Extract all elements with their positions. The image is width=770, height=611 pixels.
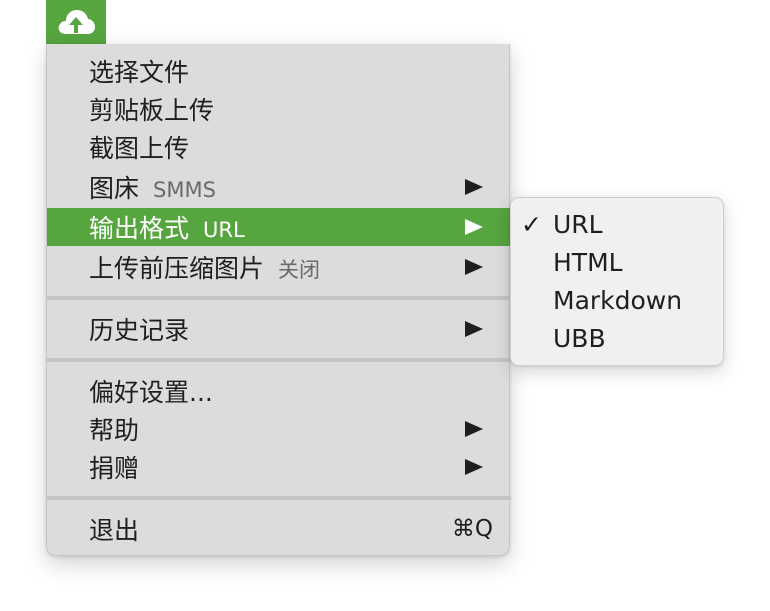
submenu-item-label: UBB bbox=[553, 323, 606, 353]
submenu-item-label: HTML bbox=[553, 247, 623, 277]
menu-item-label-group: 输出格式 URL bbox=[89, 209, 245, 245]
submenu-item-ubb[interactable]: UBB bbox=[511, 319, 723, 357]
submenu-item-label: URL bbox=[553, 209, 603, 239]
submenu-arrow-icon bbox=[465, 421, 483, 437]
menu-separator bbox=[47, 358, 511, 362]
menu-item-image-host[interactable]: 图床 SMMS bbox=[47, 168, 511, 206]
menu-item-label: 捐赠 bbox=[89, 454, 140, 483]
menu-item-quit[interactable]: 退出 ⌘Q bbox=[47, 510, 511, 548]
menu-item-history[interactable]: 历史记录 bbox=[47, 310, 511, 348]
submenu-arrow-icon bbox=[465, 219, 483, 235]
menu-item-label: 退出 bbox=[89, 516, 140, 545]
menu-item-preferences[interactable]: 偏好设置... bbox=[47, 372, 511, 410]
submenu-item-html[interactable]: HTML bbox=[511, 243, 723, 281]
menu-item-label: 上传前压缩图片 bbox=[89, 254, 265, 283]
keyboard-shortcut: ⌘Q bbox=[451, 516, 493, 542]
cloud-upload-icon bbox=[56, 7, 96, 37]
menu-item-label: 选择文件 bbox=[89, 58, 190, 87]
menu-item-label: 偏好设置... bbox=[89, 378, 213, 407]
submenu-arrow-icon bbox=[465, 179, 483, 195]
menu-item-label-group: 图床 SMMS bbox=[89, 169, 216, 205]
menu-item-select-file[interactable]: 选择文件 bbox=[47, 52, 511, 90]
submenu-arrow-icon bbox=[465, 321, 483, 337]
menu-item-label: 历史记录 bbox=[89, 316, 190, 345]
submenu-arrow-icon bbox=[465, 459, 483, 475]
menu-item-label: 输出格式 bbox=[89, 214, 190, 243]
menu-separator bbox=[47, 296, 511, 300]
tray-menu: 选择文件 剪贴板上传 截图上传 图床 SMMS 输出格式 URL 上传前压缩图片 关闭 bbox=[46, 44, 511, 556]
submenu-item-markdown[interactable]: Markdown bbox=[511, 281, 723, 319]
menu-separator bbox=[47, 496, 511, 500]
tray-app-button[interactable] bbox=[46, 0, 106, 44]
menu-item-output-format[interactable]: 输出格式 URL bbox=[47, 208, 511, 246]
submenu-item-label: Markdown bbox=[553, 285, 683, 315]
menu-item-donate[interactable]: 捐赠 bbox=[47, 448, 511, 486]
menu-item-label: 截图上传 bbox=[89, 134, 190, 163]
menu-item-clipboard-upload[interactable]: 剪贴板上传 bbox=[47, 90, 511, 128]
output-format-submenu: ✓ URL HTML Markdown UBB bbox=[510, 197, 724, 366]
submenu-arrow-icon bbox=[465, 259, 483, 275]
menu-item-value: SMMS bbox=[153, 178, 216, 202]
menu-item-value: 关闭 bbox=[278, 258, 321, 282]
submenu-item-url[interactable]: ✓ URL bbox=[511, 205, 723, 243]
menu-item-label: 剪贴板上传 bbox=[89, 96, 215, 125]
menu-item-label-group: 上传前压缩图片 关闭 bbox=[89, 249, 320, 285]
menu-item-help[interactable]: 帮助 bbox=[47, 410, 511, 448]
menu-item-compress-before-upload[interactable]: 上传前压缩图片 关闭 bbox=[47, 248, 511, 286]
screen: 选择文件 剪贴板上传 截图上传 图床 SMMS 输出格式 URL 上传前压缩图片 关闭 bbox=[0, 0, 770, 611]
menu-item-label: 图床 bbox=[89, 174, 140, 203]
menu-item-label: 帮助 bbox=[89, 416, 140, 445]
menu-item-screenshot-upload[interactable]: 截图上传 bbox=[47, 128, 511, 166]
checkmark-icon: ✓ bbox=[521, 209, 542, 239]
menu-item-value: URL bbox=[203, 218, 245, 242]
